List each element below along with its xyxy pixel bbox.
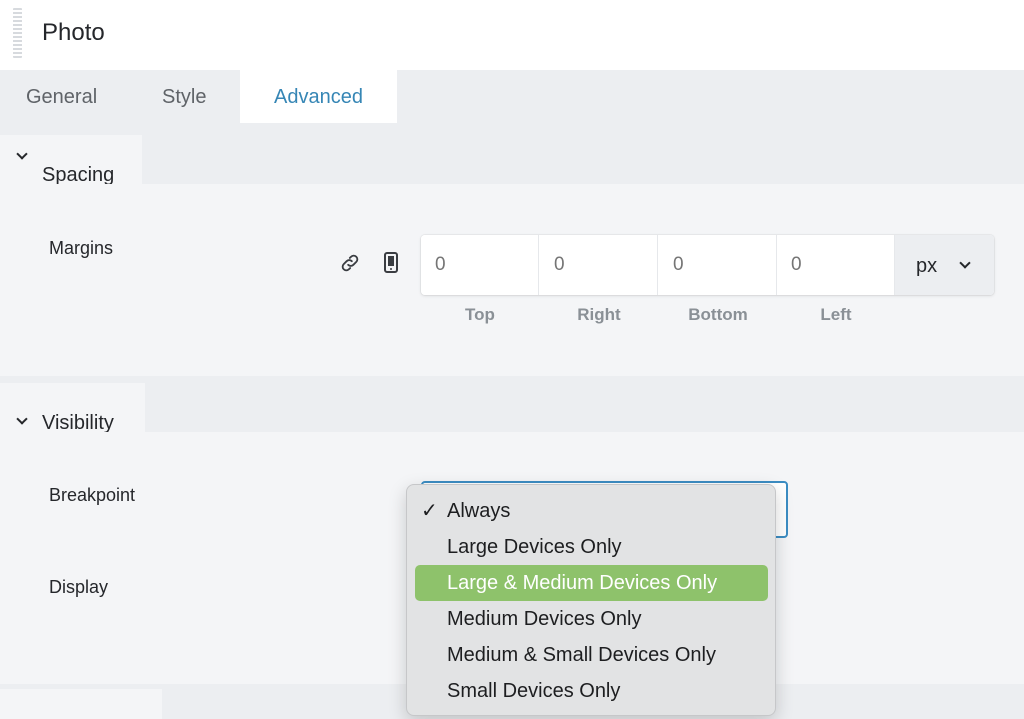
visibility-section-header-bg	[0, 376, 1024, 432]
option-label: Medium Devices Only	[447, 608, 642, 630]
display-label: Display	[49, 577, 109, 597]
margin-top-caption: Top	[465, 305, 495, 324]
tab-advanced[interactable]: Advanced	[240, 70, 397, 123]
margin-unit-select[interactable]: px	[895, 235, 994, 295]
next-section-toggle[interactable]	[0, 689, 162, 719]
breakpoint-option-small[interactable]: Small Devices Only	[415, 673, 768, 709]
drag-handle-icon[interactable]	[13, 8, 22, 58]
breakpoint-option-medium[interactable]: Medium Devices Only	[415, 601, 768, 637]
spacing-section-header-bg	[0, 123, 1024, 184]
mobile-device-icon[interactable]	[383, 252, 399, 274]
breakpoint-dropdown-menu: ✓ Always Large Devices Only Large & Medi…	[406, 484, 776, 716]
chevron-down-icon	[16, 148, 28, 160]
breakpoint-option-always[interactable]: ✓ Always	[415, 493, 768, 529]
photo-settings-panel: Photo General Style Advanced Spacing Mar…	[0, 0, 1024, 719]
margins-input-group: px	[421, 235, 994, 295]
margin-left-input[interactable]	[777, 235, 895, 295]
margin-unit-value: px	[916, 255, 938, 277]
tab-style[interactable]: Style	[162, 70, 206, 123]
checkmark-icon: ✓	[421, 500, 438, 522]
visibility-section-toggle[interactable]: Visibility	[0, 383, 145, 434]
margin-bottom-input[interactable]	[659, 235, 777, 295]
link-icon[interactable]	[339, 252, 361, 274]
breakpoint-option-large-medium[interactable]: Large & Medium Devices Only	[415, 565, 768, 601]
option-label: Medium & Small Devices Only	[447, 644, 716, 666]
margin-top-input[interactable]	[421, 235, 539, 295]
margins-label: Margins	[49, 238, 114, 258]
option-label: Always	[447, 500, 511, 522]
margin-right-caption: Right	[577, 305, 621, 324]
panel-title: Photo	[42, 19, 105, 46]
margin-bottom-caption: Bottom	[688, 305, 748, 324]
option-label: Large Devices Only	[447, 536, 622, 558]
chevron-down-icon	[16, 413, 28, 425]
tab-bar: General Style Advanced	[0, 70, 1024, 123]
breakpoint-option-medium-small[interactable]: Medium & Small Devices Only	[415, 637, 768, 673]
margin-right-input[interactable]	[540, 235, 658, 295]
breakpoint-option-large[interactable]: Large Devices Only	[415, 529, 768, 565]
option-label: Small Devices Only	[447, 680, 621, 702]
panel-header: Photo	[0, 0, 1024, 70]
chevron-down-icon	[959, 257, 971, 269]
spacing-section-toggle[interactable]: Spacing	[0, 135, 142, 186]
margin-left-caption: Left	[820, 305, 852, 324]
breakpoint-label: Breakpoint	[49, 485, 136, 505]
tab-general[interactable]: General	[26, 70, 97, 123]
option-label: Large & Medium Devices Only	[447, 572, 718, 594]
